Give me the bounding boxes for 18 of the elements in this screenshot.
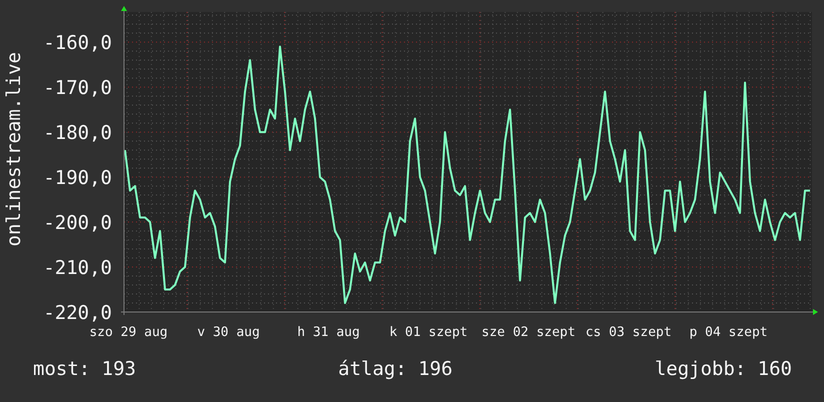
tick-label: -210,0 [43, 257, 112, 280]
tick-label: -220,0 [43, 302, 112, 324]
tick-label: v 30 aug [197, 325, 260, 340]
tick-label: cs 03 szept [585, 325, 672, 340]
tick-label: -160,0 [43, 32, 112, 54]
legend-text: most: 193 [33, 358, 136, 380]
tick-label: k 01 szept [389, 325, 468, 340]
tick-label: h 31 aug [297, 325, 360, 340]
legend-text: átlag: 196 [338, 358, 453, 380]
legend-text: legjobb: 160 [654, 358, 792, 380]
tick-label: sze 02 szept [482, 325, 576, 340]
tick-label: -190,0 [43, 167, 112, 190]
tick-label: p 04 szept [689, 325, 768, 340]
axis-title: onlinestream.live [3, 52, 25, 246]
tick-label: -170,0 [43, 77, 112, 100]
tick-label: -200,0 [43, 212, 112, 234]
tick-label: -180,0 [43, 122, 112, 144]
tick-label: szo 29 aug [89, 325, 168, 340]
